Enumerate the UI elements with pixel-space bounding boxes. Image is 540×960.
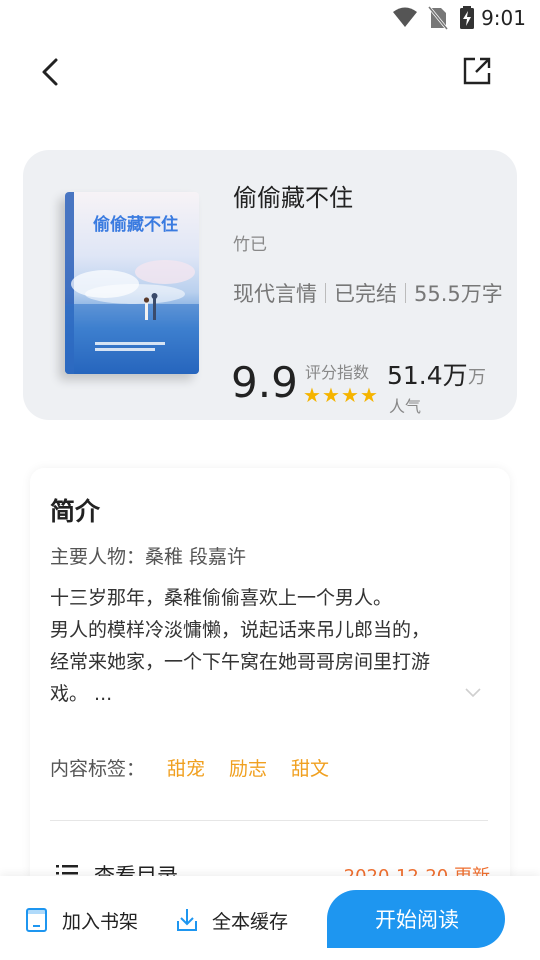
bookshelf-label: 加入书架 — [62, 910, 139, 933]
meta-divider — [405, 283, 406, 303]
download-all-button[interactable]: 全本缓存 — [174, 906, 288, 934]
cover-title: 偷偷藏不住 — [93, 214, 178, 235]
tag-item[interactable]: 甜宠 — [167, 758, 205, 780]
tag-item[interactable]: 励志 — [229, 758, 267, 780]
share-icon — [463, 57, 491, 85]
share-button[interactable] — [460, 54, 494, 88]
back-button[interactable] — [30, 52, 70, 92]
status-bar: 9:01 — [0, 0, 540, 36]
synopsis-line: 戏。 ... — [50, 683, 113, 705]
book-author[interactable]: 竹已 — [233, 230, 267, 255]
book-status: 已完结 — [334, 282, 397, 306]
star-icon: ★ — [341, 383, 359, 407]
bottom-action-bar: 加入书架 全本缓存 开始阅读 — [0, 876, 540, 960]
book-title: 偷偷藏不住 — [233, 184, 353, 212]
intro-title: 简介 — [50, 497, 101, 526]
status-time: 9:01 — [481, 6, 526, 30]
book-cover[interactable]: 偷偷藏不住 — [65, 192, 199, 374]
book-genre: 现代言情 — [233, 282, 317, 306]
back-arrow-icon — [42, 58, 58, 86]
synopsis-line: 十三岁那年，桑稚偷偷喜欢上一个男人。 — [50, 587, 393, 609]
bookshelf-icon — [26, 908, 47, 932]
main-characters: 主要人物：桑稚 段嘉许 — [50, 546, 247, 568]
add-to-bookshelf-button[interactable]: 加入书架 — [24, 906, 138, 934]
star-icon: ★ — [360, 383, 378, 407]
synopsis[interactable]: 十三岁那年，桑稚偷偷喜欢上一个男人。 男人的模样冷淡慵懒，说起话来吊儿郎当的， … — [50, 582, 470, 710]
popularity-label: 人气 — [389, 397, 422, 416]
score-label: 评分指数 — [305, 363, 370, 382]
no-sim-icon — [428, 6, 448, 30]
tag-item[interactable]: 甜文 — [291, 758, 329, 780]
synopsis-line: 男人的模样冷淡慵懒，说起话来吊儿郎当的， — [50, 619, 431, 641]
popularity-unit: 万 — [468, 367, 486, 388]
star-icon: ★ — [303, 383, 321, 407]
start-reading-button[interactable]: 开始阅读 — [327, 890, 505, 948]
star-icon: ★ — [322, 383, 340, 407]
book-score: 9.9 — [231, 358, 298, 407]
wifi-icon — [393, 7, 417, 27]
synopsis-line: 经常来她家，一个下午窝在她哥哥房间里打游 — [50, 651, 431, 673]
book-meta: 现代言情 已完结 55.5万字 — [233, 280, 503, 308]
content-tags: 内容标签： 甜宠 励志 甜文 — [50, 754, 329, 781]
chevron-down-icon[interactable] — [464, 686, 482, 698]
battery-icon — [460, 6, 474, 29]
cover-art: 偷偷藏不住 — [65, 192, 199, 374]
tags-label: 内容标签： — [50, 758, 146, 780]
download-label: 全本缓存 — [212, 910, 289, 933]
book-detail-page: 9:01 偷偷藏不住 偷偷藏不住 竹已 现代言情 已完结 55.5万字 9.9 … — [0, 0, 540, 960]
download-icon — [177, 909, 197, 931]
popularity-value: 51.4万 — [387, 361, 468, 390]
divider — [50, 820, 488, 821]
meta-divider — [325, 283, 326, 303]
star-rating: ★★★★ — [303, 383, 379, 407]
book-word-count: 55.5万字 — [414, 282, 503, 306]
book-info-card: 偷偷藏不住 偷偷藏不住 竹已 现代言情 已完结 55.5万字 9.9 评分指数 ★★… — [23, 150, 517, 420]
